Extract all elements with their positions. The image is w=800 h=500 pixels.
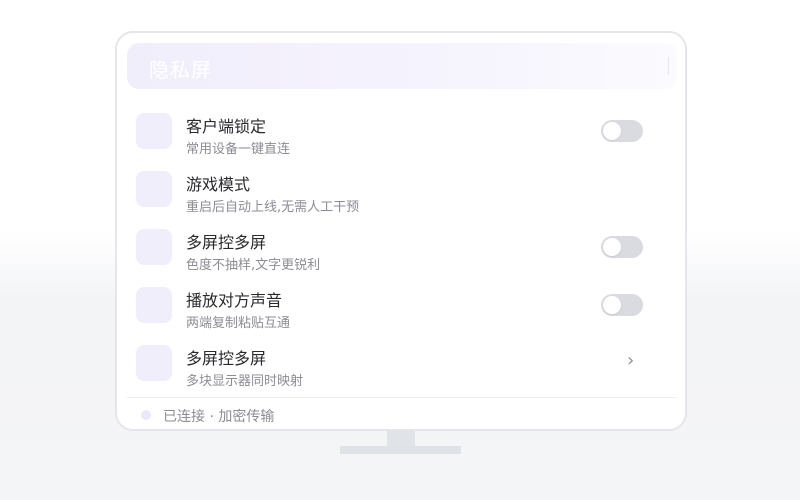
monitor-stand-base [340,446,461,454]
setting-row-client-lock: 客户端锁定 常用设备一键直连 [117,104,685,162]
toggle-knob [603,296,621,314]
setting-row-multi-display[interactable]: 多屏控多屏 多块显示器同时映射 › [117,336,685,394]
setting-subtitle: 常用设备一键直连 [186,142,291,157]
client-lock-toggle[interactable] [601,120,643,142]
setting-title: 多屏控多屏 [186,233,267,252]
setting-title: 客户端锁定 [186,117,267,136]
setting-row-multi-screen: 多屏控多屏 色度不抽样,文字更锐利 [117,220,685,278]
toggle-knob [603,238,621,256]
status-bar: 已连接 · 加密传输 [127,397,677,429]
setting-subtitle: 色度不抽样,文字更锐利 [186,258,321,273]
multi-screen-toggle[interactable] [601,236,643,258]
toggle-knob [603,122,621,140]
remote-audio-toggle[interactable] [601,294,643,316]
page-title: 隐私屏 [149,58,212,82]
multi-screen-icon [136,229,172,265]
title-divider [668,57,669,75]
settings-list: 客户端锁定 常用设备一键直连 游戏模式 重启后自动上线,无需人工干预 多屏控多屏… [117,104,685,394]
game-mode-icon [136,171,172,207]
speaker-icon [136,287,172,323]
setting-subtitle: 两端复制粘贴互通 [186,316,291,331]
connection-status: 已连接 · 加密传输 [163,409,275,425]
setting-row-remote-audio: 播放对方声音 两端复制粘贴互通 [117,278,685,336]
setting-row-game-mode[interactable]: 游戏模式 重启后自动上线,无需人工干预 [117,162,685,220]
monitor-frame: 隐私屏 客户端锁定 常用设备一键直连 游戏模式 重启后自动上线,无需人工干预 多… [115,31,687,431]
chevron-right-icon[interactable]: › [627,350,634,372]
setting-subtitle: 多块显示器同时映射 [186,374,304,389]
client-lock-icon [136,113,172,149]
status-dot-icon [141,410,151,420]
setting-title: 多屏控多屏 [186,349,267,368]
setting-subtitle: 重启后自动上线,无需人工干预 [186,200,360,215]
setting-title: 播放对方声音 [186,291,283,310]
setting-title: 游戏模式 [186,175,251,194]
multi-display-icon [136,345,172,381]
title-bar: 隐私屏 [127,43,677,89]
